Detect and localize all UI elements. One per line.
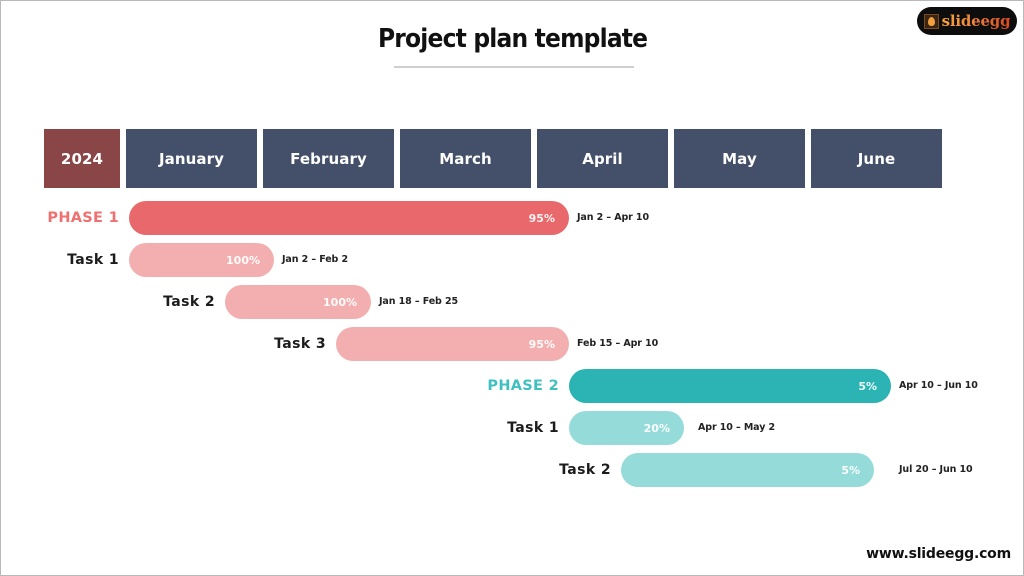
timeline-header-month-april: April [537,129,668,188]
gantt-bar-date-range: Jan 2 – Feb 2 [282,254,348,265]
gantt-bar-percent: 95% [528,211,555,225]
gantt-task-label: Task 1 [507,420,559,436]
gantt-row: Task 1 100% Jan 2 – Feb 2 [1,243,1023,277]
gantt-bar-percent: 100% [226,253,260,267]
gantt-row: PHASE 1 95% Jan 2 – Apr 10 [1,201,1023,235]
timeline-header-month-february: February [263,129,394,188]
page-title: Project plan template [1,24,1023,54]
gantt-bar-percent: 100% [323,295,357,309]
gantt-bar-percent: 95% [528,337,555,351]
gantt-task-bar[interactable]: 100% [129,243,274,277]
gantt-task-label: Task 2 [163,294,215,310]
gantt-bar-percent: 5% [858,379,877,393]
timeline-header-month-may: May [674,129,805,188]
gantt-task-label: Task 1 [67,252,119,268]
slide-canvas: slideegg Project plan template 2024 Janua… [0,0,1024,576]
gantt-task-label: Task 3 [274,336,326,352]
footer-url: www.slideegg.com [866,546,1011,562]
gantt-phase-bar[interactable]: 5% [569,369,891,403]
title-underline-divider [394,66,634,68]
timeline-header-year: 2024 [44,129,120,188]
gantt-bar-date-range: Jan 18 – Feb 25 [379,296,458,307]
gantt-row: PHASE 2 5% Apr 10 – Jun 10 [1,369,1023,403]
gantt-row: Task 3 95% Feb 15 – Apr 10 [1,327,1023,361]
gantt-task-label: Task 2 [559,462,611,478]
gantt-bar-percent: 20% [643,421,670,435]
gantt-phase-label: PHASE 1 [47,210,119,226]
gantt-row: Task 2 100% Jan 18 – Feb 25 [1,285,1023,319]
timeline-header-month-january: January [126,129,257,188]
gantt-bar-date-range: Jul 20 – Jun 10 [899,464,973,475]
gantt-task-bar[interactable]: 20% [569,411,684,445]
gantt-row: Task 2 5% Jul 20 – Jun 10 [1,453,1023,487]
gantt-bar-date-range: Feb 15 – Apr 10 [577,338,659,349]
gantt-task-bar[interactable]: 5% [621,453,874,487]
page-title-text: Project plan template [378,24,648,54]
gantt-task-bar[interactable]: 100% [225,285,371,319]
gantt-phase-label: PHASE 2 [487,378,559,394]
gantt-row: Task 1 20% Apr 10 – May 2 [1,411,1023,445]
gantt-bar-date-range: Apr 10 – May 2 [698,422,776,433]
gantt-bar-date-range: Apr 10 – Jun 10 [899,380,978,391]
timeline-header-month-march: March [400,129,531,188]
gantt-phase-bar[interactable]: 95% [129,201,569,235]
timeline-header-month-june: June [811,129,942,188]
gantt-task-bar[interactable]: 95% [336,327,569,361]
timeline-header: 2024 January February March April May June [44,129,942,188]
gantt-bar-date-range: Jan 2 – Apr 10 [577,212,649,223]
gantt-bar-percent: 5% [841,463,860,477]
